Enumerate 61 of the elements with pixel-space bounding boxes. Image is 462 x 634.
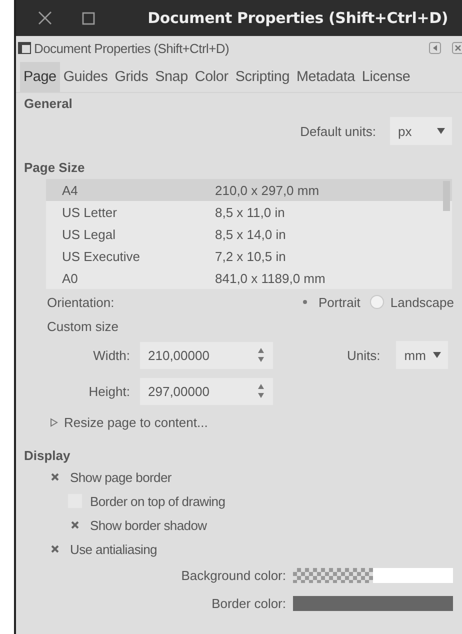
size-name: A0 xyxy=(61,270,79,286)
maximize-icon[interactable] xyxy=(82,12,95,24)
color-label: Border color: xyxy=(212,596,286,610)
size-dimensions: 8,5 x 11,0 in xyxy=(215,204,285,220)
radio-button[interactable] xyxy=(370,295,384,309)
radio-label: Landscape xyxy=(390,294,454,310)
section-heading: Display xyxy=(23,446,72,465)
field-label: Default units: xyxy=(300,124,376,138)
tab[interactable]: Page xyxy=(20,62,60,92)
size-dimensions: 7,2 x 10,5 in xyxy=(215,248,286,264)
size-dimensions: 210,0 x 297,0 mm xyxy=(215,182,320,198)
color-label: Background color: xyxy=(181,568,286,582)
spin-arrows-icon[interactable] xyxy=(257,383,265,399)
page-size-row[interactable]: US Legal 8,5 x 14,0 in xyxy=(46,223,452,245)
dock-title: Document Properties (Shift+Ctrl+D) xyxy=(34,40,229,56)
tab[interactable]: Grids xyxy=(111,62,152,92)
page-size-row[interactable]: US Executive 7,2 x 10,5 in xyxy=(46,245,452,267)
units-label: Units: xyxy=(347,348,380,362)
close-icon[interactable] xyxy=(452,42,462,54)
size-name: US Legal xyxy=(61,226,116,242)
close-icon[interactable] xyxy=(38,11,52,25)
scrollbar-thumb[interactable] xyxy=(443,181,450,211)
checkbox-label: Use antialiasing xyxy=(70,542,157,556)
page-size-row[interactable]: A4 210,0 x 297,0 mm xyxy=(46,179,452,201)
window-title: Document Properties (Shift+Ctrl+D) xyxy=(148,9,448,27)
checkbox-label: Show border shadow xyxy=(90,518,207,532)
field-label: Width: xyxy=(92,348,131,362)
field-label: Orientation: xyxy=(47,294,114,310)
size-dimensions: 841,0 x 1189,0 mm xyxy=(215,270,326,286)
tab[interactable]: Guides xyxy=(60,62,112,92)
radio-label: Portrait xyxy=(318,294,360,310)
color-swatch[interactable] xyxy=(293,596,453,610)
checkbox-label: Show page border xyxy=(70,470,172,484)
caret-icon xyxy=(433,352,442,358)
tab[interactable]: Color xyxy=(191,62,232,92)
page-size-row[interactable]: US Letter 8,5 x 11,0 in xyxy=(46,201,452,223)
units-dropdown[interactable]: mm xyxy=(396,341,448,369)
section-heading: Page Size xyxy=(23,158,86,177)
size-name: US Executive xyxy=(61,248,142,264)
number-field[interactable]: 297,00000 xyxy=(140,378,273,404)
field-label: Height: xyxy=(88,384,131,398)
subsection-label: Custom size xyxy=(46,318,120,336)
collapse-icon[interactable] xyxy=(429,42,441,54)
expander-label[interactable]: Resize page to content... xyxy=(64,414,208,430)
tab[interactable]: Snap xyxy=(152,62,192,92)
caret-icon xyxy=(437,128,445,134)
tab[interactable]: License xyxy=(358,62,414,92)
number-field[interactable]: 210,00000 xyxy=(140,342,273,368)
color-swatch[interactable] xyxy=(293,568,453,582)
size-dimensions: 8,5 x 14,0 in xyxy=(215,226,286,242)
page-size-row[interactable]: A0 841,0 x 1189,0 mm xyxy=(46,267,452,289)
panel-icon xyxy=(18,42,31,54)
section-heading: General xyxy=(23,94,74,112)
size-name: A4 xyxy=(61,182,79,198)
checkbox-label: Border on top of drawing xyxy=(90,494,226,508)
tab[interactable]: Scripting xyxy=(232,62,294,92)
spin-arrows-icon[interactable] xyxy=(257,347,265,363)
units-dropdown[interactable]: px xyxy=(390,117,452,145)
expander-arrow-icon[interactable] xyxy=(50,418,58,426)
tab[interactable]: Metadata xyxy=(293,62,358,92)
size-name: US Letter xyxy=(61,204,118,220)
